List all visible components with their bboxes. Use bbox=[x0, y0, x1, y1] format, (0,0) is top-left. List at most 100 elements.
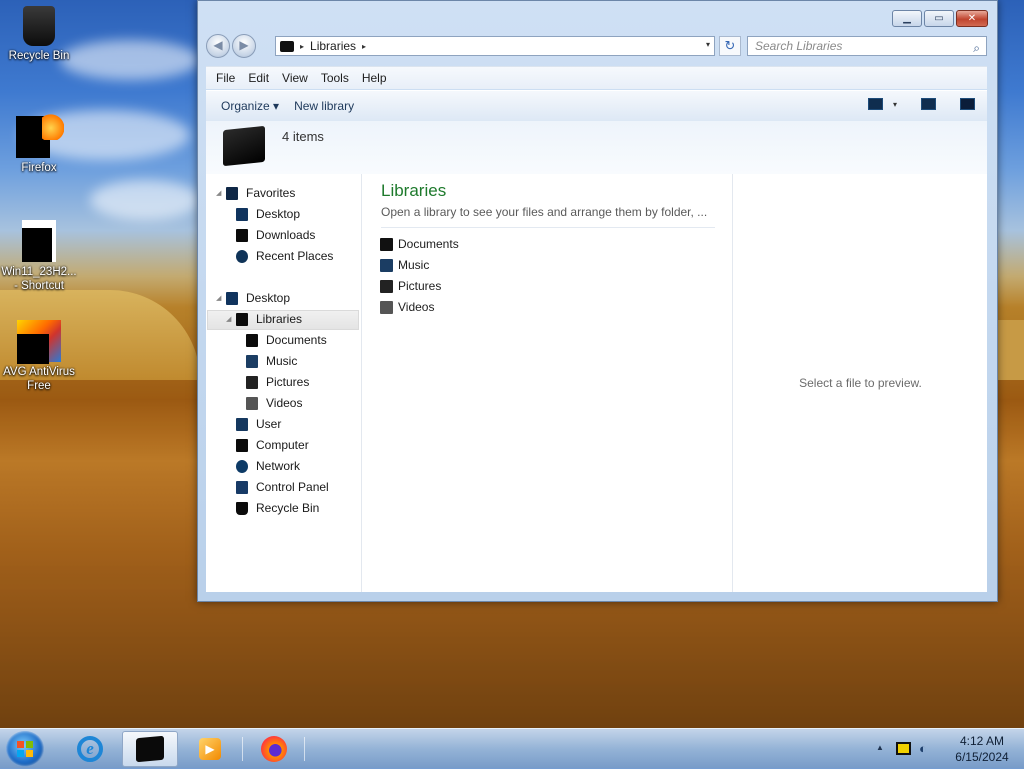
libraries-large-icon bbox=[223, 125, 265, 167]
expand-icon[interactable]: ◢ bbox=[226, 315, 231, 323]
taskbar-media-player[interactable]: ▶ bbox=[182, 731, 238, 767]
nav-lib-music[interactable]: Music bbox=[246, 351, 297, 371]
expand-icon[interactable]: ◢ bbox=[216, 294, 221, 302]
desktop-icon-win11-shortcut[interactable]: Win11_23H2... - Shortcut bbox=[0, 220, 78, 293]
nav-user[interactable]: User bbox=[236, 414, 281, 434]
nav-favorites[interactable]: ◢ Favorites bbox=[216, 183, 295, 203]
firefox-icon bbox=[16, 110, 64, 158]
chevron-right-icon[interactable]: ▸ bbox=[300, 42, 304, 51]
shortcut-icon bbox=[22, 220, 56, 262]
new-library-button[interactable]: New library bbox=[294, 99, 354, 113]
pictures-icon bbox=[380, 279, 393, 293]
command-bar: Organize ▾ New library ▾ bbox=[206, 90, 987, 122]
nav-libraries[interactable]: ◢ Libraries bbox=[226, 309, 302, 329]
library-item-videos[interactable]: Videos bbox=[380, 297, 434, 317]
start-button[interactable] bbox=[6, 731, 44, 767]
nav-fav-recent-places[interactable]: Recent Places bbox=[236, 246, 333, 266]
libraries-icon bbox=[280, 40, 294, 52]
content-title: Libraries bbox=[381, 181, 447, 200]
network-icon[interactable]: ◐ bbox=[919, 741, 933, 757]
desktop-icon-firefox[interactable]: Firefox bbox=[0, 110, 78, 175]
nav-recycle-bin[interactable]: Recycle Bin bbox=[236, 498, 319, 518]
show-hidden-icons-button[interactable]: ▲ bbox=[876, 743, 884, 752]
cloud bbox=[60, 40, 200, 80]
view-controls: ▾ bbox=[867, 98, 975, 110]
breadcrumb-libraries[interactable]: Libraries bbox=[310, 39, 356, 53]
refresh-button[interactable]: ↻ bbox=[719, 36, 741, 56]
desktop-icon-avg[interactable]: AVG AntiVirus Free bbox=[0, 320, 78, 393]
desktop-icon-label: AVG AntiVirus Free bbox=[3, 366, 75, 392]
recent-places-icon bbox=[236, 249, 248, 263]
explorer-window: ▁ ▭ ✕ ◀ ▶ ▸ Libraries ▸ ▾ ↻ Search Libra… bbox=[197, 0, 998, 602]
menu-file[interactable]: File bbox=[216, 71, 235, 85]
desktop-field bbox=[996, 320, 1024, 380]
nav-lib-documents[interactable]: Documents bbox=[246, 330, 327, 350]
address-bar[interactable]: ▸ Libraries ▸ ▾ bbox=[275, 36, 715, 56]
desktop-icon-label: Firefox bbox=[21, 162, 57, 174]
clock-time: 4:12 AM bbox=[959, 734, 1005, 748]
help-icon[interactable] bbox=[960, 98, 975, 110]
libraries-icon bbox=[236, 312, 248, 326]
music-icon bbox=[246, 354, 258, 368]
navigation-pane: ◢ Favorites Desktop Downloads Recent Plac… bbox=[206, 174, 362, 592]
search-input[interactable]: Search Libraries ⌕ bbox=[747, 36, 987, 56]
nav-computer[interactable]: Computer bbox=[236, 435, 309, 455]
taskbar-internet-explorer[interactable]: e bbox=[62, 731, 118, 767]
nav-network[interactable]: Network bbox=[236, 456, 300, 476]
library-item-pictures[interactable]: Pictures bbox=[380, 276, 441, 296]
system-tray: ▲ ◐ 4:12 AM 6/15/2024 bbox=[864, 729, 1024, 769]
recycle-bin-icon bbox=[23, 6, 55, 46]
clock[interactable]: 4:12 AM 6/15/2024 bbox=[942, 733, 1022, 765]
address-dropdown-icon[interactable]: ▾ bbox=[706, 40, 710, 49]
library-item-music[interactable]: Music bbox=[380, 255, 429, 275]
item-count: 4 items bbox=[282, 129, 324, 144]
taskbar-firefox[interactable] bbox=[246, 731, 302, 767]
videos-icon bbox=[380, 300, 393, 314]
desktop-icon-label: Win11_23H2... - Shortcut bbox=[1, 266, 77, 292]
maximize-button[interactable]: ▭ bbox=[924, 10, 954, 27]
desktop-icon-recycle-bin[interactable]: Recycle Bin bbox=[0, 6, 78, 63]
expand-icon[interactable]: ◢ bbox=[216, 189, 221, 197]
nav-lib-pictures[interactable]: Pictures bbox=[246, 372, 309, 392]
change-view-icon[interactable] bbox=[867, 98, 883, 110]
nav-fav-downloads[interactable]: Downloads bbox=[236, 225, 315, 245]
search-icon[interactable]: ⌕ bbox=[973, 39, 980, 57]
divider bbox=[381, 227, 715, 228]
view-dropdown-icon[interactable]: ▾ bbox=[893, 100, 897, 109]
action-center-icon[interactable] bbox=[896, 742, 911, 755]
menu-help[interactable]: Help bbox=[362, 71, 387, 85]
pictures-icon bbox=[246, 375, 258, 389]
forward-button[interactable]: ▶ bbox=[232, 34, 256, 58]
menu-edit[interactable]: Edit bbox=[248, 71, 269, 85]
chevron-right-icon[interactable]: ▸ bbox=[362, 42, 366, 51]
taskbar-separator bbox=[304, 737, 305, 761]
search-placeholder: Search Libraries bbox=[755, 39, 843, 53]
desktop-icon bbox=[226, 291, 238, 305]
documents-icon bbox=[246, 333, 258, 347]
preview-pane-icon[interactable] bbox=[921, 98, 936, 110]
window-controls: ▁ ▭ ✕ bbox=[892, 10, 988, 27]
libraries-icon bbox=[136, 735, 164, 763]
library-header: 4 items bbox=[206, 121, 987, 174]
organize-button[interactable]: Organize ▾ bbox=[221, 99, 279, 113]
internet-explorer-icon: e bbox=[77, 736, 103, 762]
library-item-documents[interactable]: Documents bbox=[380, 234, 459, 254]
nav-control-panel[interactable]: Control Panel bbox=[236, 477, 329, 497]
preview-pane: Select a file to preview. bbox=[732, 174, 988, 592]
nav-fav-desktop[interactable]: Desktop bbox=[236, 204, 300, 224]
taskbar-separator bbox=[242, 737, 243, 761]
nav-desktop[interactable]: ◢ Desktop bbox=[216, 288, 290, 308]
address-row: ◀ ▶ ▸ Libraries ▸ ▾ ↻ Search Libraries ⌕ bbox=[206, 34, 987, 58]
back-button[interactable]: ◀ bbox=[206, 34, 230, 58]
menu-tools[interactable]: Tools bbox=[321, 71, 349, 85]
minimize-button[interactable]: ▁ bbox=[892, 10, 922, 27]
taskbar-explorer[interactable] bbox=[122, 731, 178, 767]
menu-bar: File Edit View Tools Help bbox=[206, 66, 987, 89]
nav-lib-videos[interactable]: Videos bbox=[246, 393, 302, 413]
network-icon bbox=[236, 459, 248, 473]
firefox-icon bbox=[261, 736, 287, 762]
cloud bbox=[90, 180, 200, 220]
menu-view[interactable]: View bbox=[282, 71, 308, 85]
close-button[interactable]: ✕ bbox=[956, 10, 988, 27]
content-pane: Libraries Open a library to see your fil… bbox=[363, 174, 732, 592]
